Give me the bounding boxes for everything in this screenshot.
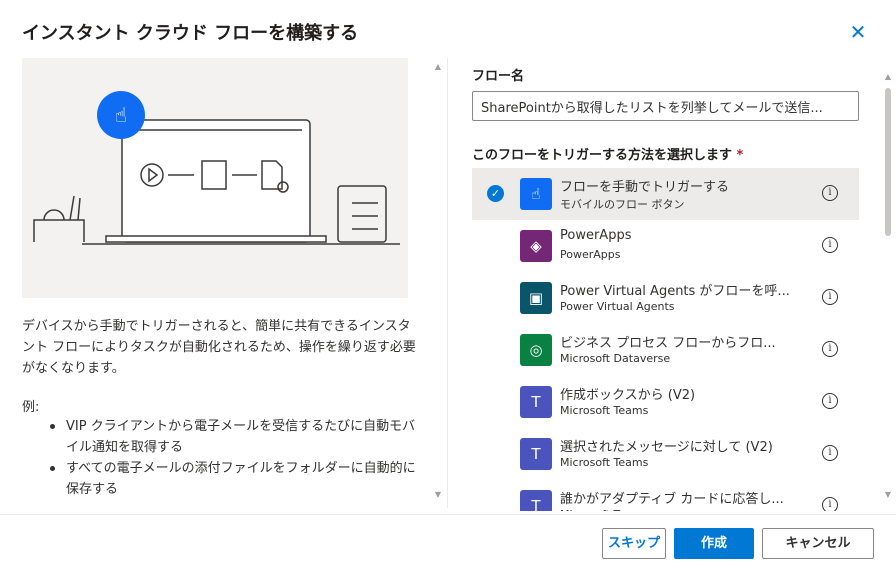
example-item: すべての電子メールの添付ファイルをフォルダーに自動的に保存する bbox=[46, 458, 416, 500]
info-icon[interactable]: i bbox=[822, 185, 838, 201]
right-scroll-down-icon[interactable]: ▼ bbox=[883, 490, 893, 499]
info-icon[interactable]: i bbox=[822, 497, 838, 511]
flow-name-label: フロー名 bbox=[472, 69, 525, 84]
trigger-source: Microsoft Teams bbox=[560, 508, 648, 511]
close-icon[interactable]: ✕ bbox=[848, 22, 868, 42]
checkmark-icon: ✓ bbox=[487, 185, 504, 202]
trigger-item[interactable]: T 選択されたメッセージに対して (V2) Microsoft Teams i bbox=[472, 428, 859, 480]
illustration: ☝ bbox=[22, 58, 408, 298]
trigger-list: ✓ ☝ フローを手動でトリガーする モバイルのフロー ボタン i ◈ PowerApps Po… bbox=[472, 168, 859, 511]
trigger-item[interactable]: ◎ ビジネス プロセス フローからフロ... Microsoft Dataverse… bbox=[472, 324, 859, 376]
left-scroll-up-icon[interactable]: ▲ bbox=[433, 62, 443, 71]
dataverse-icon: ◎ bbox=[520, 334, 552, 366]
examples-label: 例: bbox=[22, 400, 40, 415]
cancel-button[interactable]: キャンセル bbox=[762, 528, 874, 559]
trigger-item[interactable]: ✓ ☝ フローを手動でトリガーする モバイルのフロー ボタン i bbox=[472, 168, 859, 220]
trigger-source: Microsoft Teams bbox=[560, 404, 649, 417]
trigger-title: ビジネス プロセス フローからフロ... bbox=[560, 336, 776, 351]
trigger-source: Microsoft Teams bbox=[560, 456, 649, 469]
right-scrollbar-thumb[interactable] bbox=[885, 88, 891, 236]
example-item: VIP クライアントから電子メールを受信するたびに自動モバイル通知を取得する bbox=[46, 416, 416, 458]
hand-touch-icon: ☝ bbox=[520, 178, 552, 210]
trigger-item[interactable]: T 誰かがアダプティブ カードに応答し...Microsoft Teams i bbox=[472, 480, 859, 511]
panel-divider bbox=[447, 58, 448, 508]
svg-text:☝: ☝ bbox=[115, 103, 127, 127]
trigger-label: このフローをトリガーする方法を選択します * bbox=[472, 144, 743, 163]
examples-list: VIP クライアントから電子メールを受信するたびに自動モバイル通知を取得する す… bbox=[46, 416, 416, 500]
teams-icon: T bbox=[520, 438, 552, 470]
powerapps-icon: ◈ bbox=[520, 230, 552, 262]
trigger-title: Power Virtual Agents がフローを呼... bbox=[560, 284, 790, 299]
trigger-item[interactable]: T 作成ボックスから (V2) Microsoft Teams i bbox=[472, 376, 859, 428]
info-icon[interactable]: i bbox=[822, 289, 838, 305]
trigger-title: PowerApps bbox=[560, 228, 632, 243]
trigger-label-text: このフローをトリガーする方法を選択します bbox=[472, 148, 733, 163]
create-button[interactable]: 作成 bbox=[674, 528, 754, 559]
right-scroll-up-icon[interactable]: ▲ bbox=[883, 72, 893, 81]
required-mark: * bbox=[736, 148, 744, 163]
left-scroll-down-icon[interactable]: ▼ bbox=[433, 490, 443, 499]
teams-icon: T bbox=[520, 490, 552, 511]
trigger-source: Microsoft Dataverse bbox=[560, 352, 671, 365]
flow-name-input[interactable] bbox=[472, 91, 859, 121]
info-icon[interactable]: i bbox=[822, 341, 838, 357]
info-icon[interactable]: i bbox=[822, 445, 838, 461]
trigger-source: Power Virtual Agents bbox=[560, 300, 675, 313]
info-icon[interactable]: i bbox=[822, 393, 838, 409]
skip-button[interactable]: スキップ bbox=[602, 528, 666, 559]
chat-bubbles-icon: ▣ bbox=[520, 282, 552, 314]
trigger-item[interactable]: ◈ PowerApps PowerApps i bbox=[472, 220, 859, 272]
info-icon[interactable]: i bbox=[822, 237, 838, 253]
description-text: デバイスから手動でトリガーされると、簡単に共有できるインスタント フローによりタ… bbox=[22, 319, 416, 376]
trigger-title: 作成ボックスから (V2) bbox=[560, 388, 696, 403]
trigger-source: モバイルのフロー ボタン bbox=[560, 198, 685, 211]
dialog-title: インスタント クラウド フローを構築する bbox=[22, 23, 359, 44]
trigger-title: 誰かがアダプティブ カードに応答し... bbox=[560, 492, 784, 507]
trigger-item[interactable]: ▣ Power Virtual Agents がフローを呼... Power Vir… bbox=[472, 272, 859, 324]
footer-divider bbox=[0, 514, 896, 515]
trigger-title: 選択されたメッセージに対して (V2) bbox=[560, 440, 773, 455]
trigger-source: PowerApps bbox=[560, 248, 621, 261]
trigger-title: フローを手動でトリガーする bbox=[560, 180, 730, 195]
teams-icon: T bbox=[520, 386, 552, 418]
